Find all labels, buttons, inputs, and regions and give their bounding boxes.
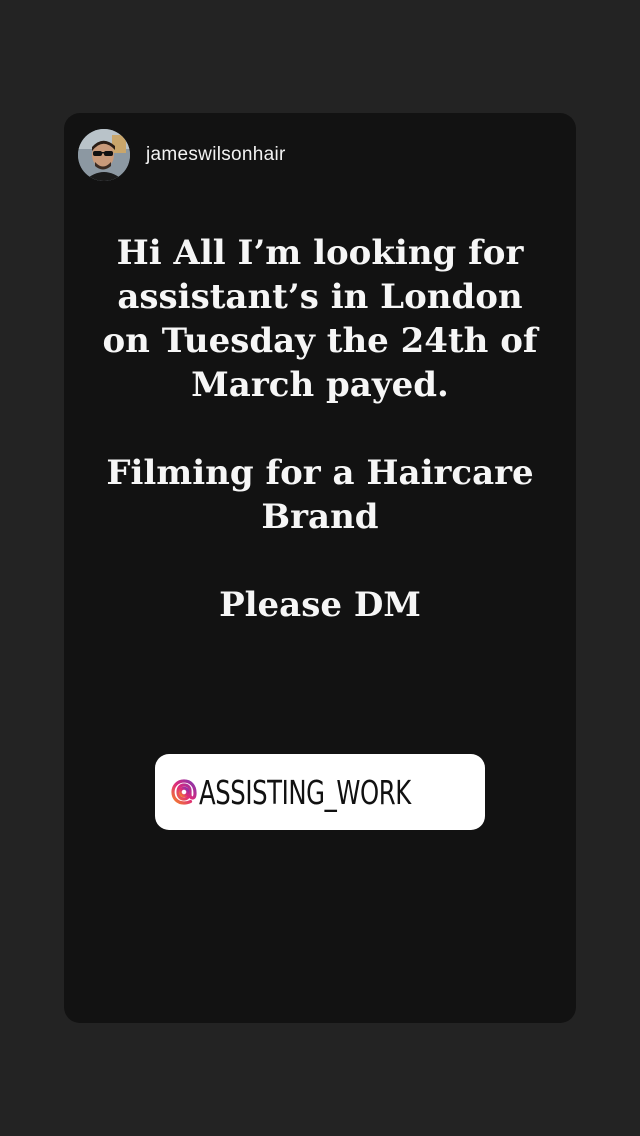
threads-at-icon [171,779,197,805]
story-card[interactable]: jameswilsonhair Hi All I’m looking for a… [64,113,576,1023]
message-paragraph-1: Hi All I’m looking for assistant’s in Lo… [102,233,538,405]
username[interactable]: jameswilsonhair [146,144,286,166]
avatar-image [78,129,130,181]
message-paragraph-2: Filming for a Haircare Brand [106,453,534,537]
message-paragraph-3: Please DM [219,585,421,625]
story-header: jameswilsonhair [78,127,286,183]
story-message: Hi All I’m looking for assistant’s in Lo… [64,231,576,627]
mention-sticker[interactable]: ASSISTING_WORK [155,754,485,830]
mention-sticker-text[interactable]: ASSISTING_WORK [199,773,420,812]
avatar[interactable] [78,129,130,181]
